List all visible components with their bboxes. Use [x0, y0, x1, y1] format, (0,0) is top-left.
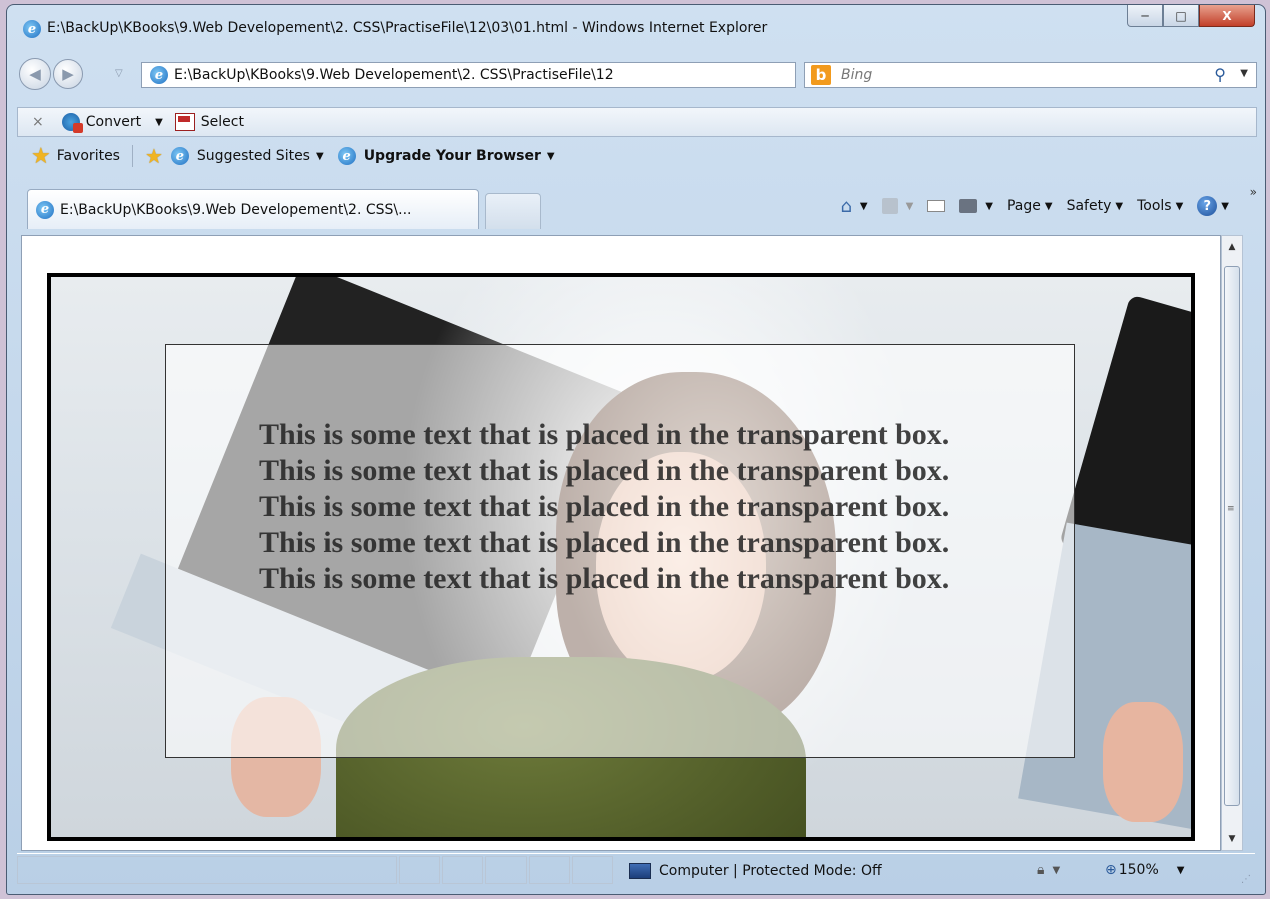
address-row: ◀ ▶ ▽ e E:\BackUp\KBooks\9.Web Developem…	[7, 50, 1265, 95]
page-dropdown-icon: ▼	[1044, 200, 1053, 212]
forward-arrow-icon: ▶	[62, 65, 74, 83]
tools-menu-label: Tools	[1137, 198, 1172, 214]
zoom-dropdown-icon: ▼	[1176, 864, 1185, 876]
convert-dropdown-icon[interactable]: ▼	[155, 117, 163, 128]
select-pdf-icon[interactable]	[174, 113, 195, 131]
tab-page-icon: e	[36, 200, 54, 219]
separator	[131, 145, 133, 167]
upgrade-browser-link[interactable]: Upgrade Your Browser	[364, 148, 541, 164]
ie-icon: e	[23, 20, 41, 38]
safety-dropdown-icon: ▼	[1115, 200, 1124, 212]
status-segment	[485, 856, 527, 884]
help-menu[interactable]: ? ▼	[1197, 196, 1229, 216]
scroll-grip-icon: ≡	[1227, 504, 1235, 514]
tab-row: e E:\BackUp\KBooks\9.Web Developement\2.…	[17, 175, 1257, 233]
command-toolbar: ⌂ ▼ ▼ ▼ Page ▼ Safety ▼ Tools ▼ ? ▼ »	[826, 185, 1257, 221]
right-hand-image	[1103, 702, 1183, 822]
close-toolbar-icon[interactable]: ×	[32, 114, 44, 130]
select-button[interactable]: Select	[201, 114, 244, 130]
scroll-thumb[interactable]	[1224, 266, 1240, 806]
toolbar-overflow-icon[interactable]: »	[1250, 185, 1257, 199]
zoom-control[interactable]: ⊕ 150% ▼	[1105, 862, 1184, 878]
new-tab-button[interactable]	[485, 193, 541, 229]
safety-menu-label: Safety	[1066, 198, 1112, 214]
security-zone[interactable]: Computer | Protected Mode: Off	[629, 863, 882, 879]
background-photo: This is some text that is placed in the …	[47, 273, 1195, 841]
maximize-button[interactable]: □	[1163, 5, 1199, 27]
status-segment	[399, 856, 441, 884]
address-url[interactable]: E:\BackUp\KBooks\9.Web Developement\2. C…	[174, 67, 694, 83]
bing-logo-icon: b	[811, 65, 831, 85]
window-title: E:\BackUp\KBooks\9.Web Developement\2. C…	[47, 20, 768, 36]
search-icon[interactable]: ⚲	[1214, 65, 1226, 84]
status-segment	[571, 856, 614, 884]
search-box[interactable]: b Bing ⚲ ▼	[804, 62, 1257, 88]
title-bar[interactable]: e E:\BackUp\KBooks\9.Web Developement\2.…	[7, 5, 1265, 50]
protected-mode-button[interactable]: 🔒︎ ▼	[1037, 862, 1060, 878]
minimize-button[interactable]: ─	[1127, 5, 1163, 27]
zoom-level: 150%	[1118, 862, 1159, 878]
command-bar: × Convert ▼ Select	[17, 107, 1257, 137]
suggested-sites-link[interactable]: Suggested Sites	[197, 148, 310, 164]
suggested-sites-icon: e	[170, 147, 189, 165]
vertical-scrollbar[interactable]: ▲ ≡ ▼	[1221, 235, 1243, 851]
help-dropdown-icon: ▼	[1221, 200, 1229, 212]
safety-menu[interactable]: Safety ▼	[1067, 198, 1124, 214]
status-bar: Computer | Protected Mode: Off 🔒︎ ▼ ⊕ 150…	[17, 853, 1255, 887]
page-viewport[interactable]: This is some text that is placed in the …	[21, 235, 1221, 851]
home-dropdown-icon[interactable]: ▼	[860, 201, 868, 212]
tab-current[interactable]: e E:\BackUp\KBooks\9.Web Developement\2.…	[27, 189, 479, 229]
forward-button[interactable]: ▶	[53, 59, 83, 89]
status-segments	[399, 856, 615, 884]
protected-dropdown-icon: ▼	[1052, 864, 1061, 876]
zoom-icon: ⊕	[1105, 862, 1117, 878]
lock-icon: 🔒︎	[1037, 862, 1045, 878]
caption-buttons: ─ □ X	[1127, 5, 1255, 27]
page-menu[interactable]: Page ▼	[1007, 198, 1053, 214]
convert-icon[interactable]	[61, 113, 83, 133]
page-menu-label: Page	[1006, 198, 1041, 214]
back-arrow-icon: ◀	[29, 65, 41, 83]
tools-menu[interactable]: Tools ▼	[1137, 198, 1183, 214]
address-bar[interactable]: e E:\BackUp\KBooks\9.Web Developement\2.…	[141, 62, 913, 88]
print-dropdown-icon[interactable]: ▼	[985, 201, 993, 212]
scroll-down-icon[interactable]: ▼	[1222, 828, 1242, 850]
search-placeholder[interactable]: Bing	[841, 67, 872, 83]
help-icon: ?	[1197, 196, 1218, 216]
favorites-button[interactable]: Favorites	[57, 148, 120, 164]
upgrade-icon: e	[337, 147, 356, 165]
upgrade-dropdown-icon[interactable]: ▼	[547, 151, 555, 162]
read-mail-icon[interactable]	[927, 200, 946, 212]
resize-grip-icon[interactable]: ⋰	[1241, 874, 1251, 885]
close-button[interactable]: X	[1199, 5, 1255, 27]
home-icon[interactable]: ⌂	[840, 196, 851, 217]
feeds-dropdown-icon[interactable]: ▼	[906, 201, 914, 212]
zone-label: Computer | Protected Mode: Off	[659, 863, 882, 879]
feeds-icon[interactable]	[881, 198, 898, 214]
transparent-box: This is some text that is placed in the …	[165, 344, 1075, 758]
browser-window: e E:\BackUp\KBooks\9.Web Developement\2.…	[6, 4, 1266, 895]
status-segment	[528, 856, 570, 884]
computer-zone-icon	[629, 863, 651, 879]
favorites-bar: ★ Favorites ★ e Suggested Sites ▼ e Upgr…	[17, 139, 1255, 173]
search-options-dropdown-icon[interactable]: ▼	[1240, 68, 1248, 79]
add-favorites-icon[interactable]: ★	[145, 144, 163, 168]
transparent-box-text: This is some text that is placed in the …	[259, 418, 950, 595]
recent-pages-dropdown-icon[interactable]: ▽	[115, 68, 123, 79]
page-icon: e	[150, 66, 168, 84]
suggested-dropdown-icon[interactable]: ▼	[316, 151, 324, 162]
favorites-star-icon[interactable]: ★	[31, 144, 51, 169]
back-button[interactable]: ◀	[19, 58, 51, 90]
convert-button[interactable]: Convert	[86, 114, 141, 130]
scroll-up-icon[interactable]: ▲	[1222, 236, 1242, 258]
print-icon[interactable]	[959, 199, 978, 213]
status-message-area	[17, 856, 397, 884]
tools-dropdown-icon: ▼	[1175, 200, 1184, 212]
tab-label: E:\BackUp\KBooks\9.Web Developement\2. C…	[60, 201, 412, 218]
status-segment	[442, 856, 484, 884]
